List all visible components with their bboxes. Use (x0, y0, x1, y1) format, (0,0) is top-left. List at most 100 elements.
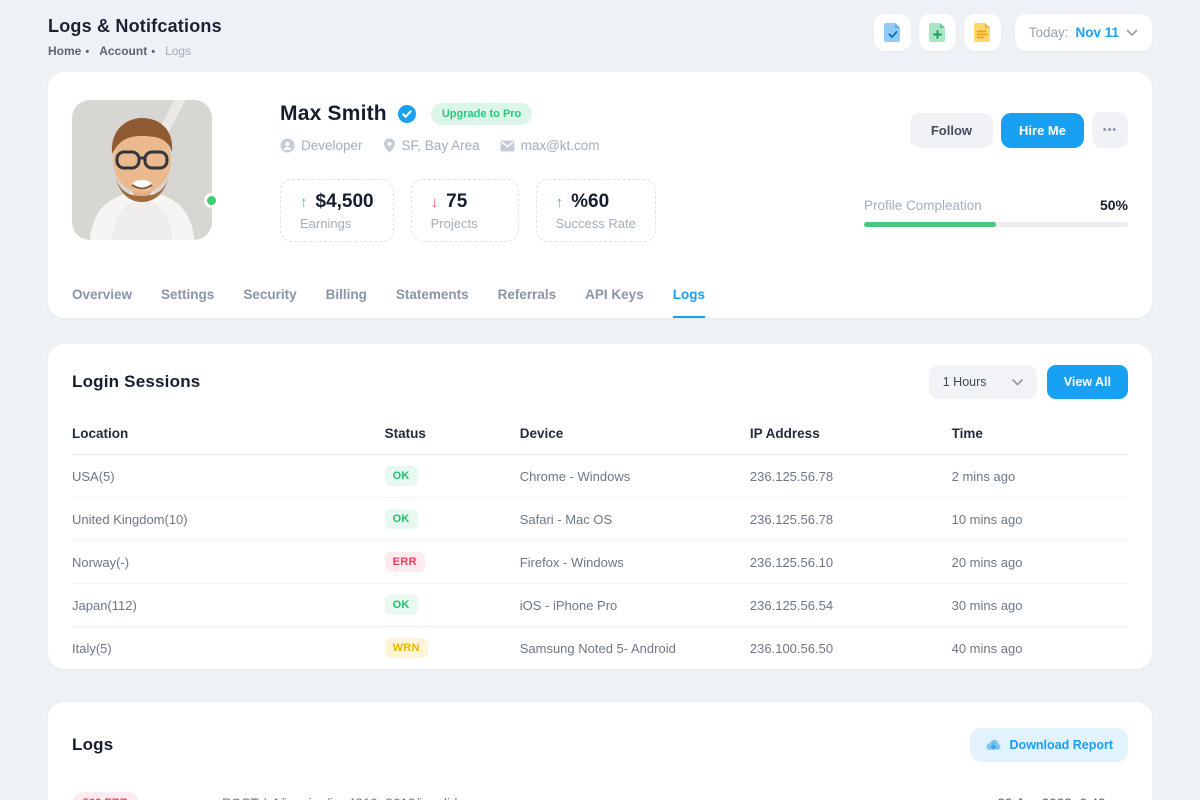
cell-time: 2 mins ago (952, 469, 1128, 484)
cell-time: 10 mins ago (952, 512, 1128, 527)
col-location: Location (72, 426, 385, 441)
cell-device: iOS - iPhone Pro (520, 598, 750, 613)
table-row[interactable]: Japan(112) OK iOS - iPhone Pro 236.125.5… (72, 584, 1128, 627)
cell-device: Chrome - Windows (520, 469, 750, 484)
breadcrumb-home[interactable]: Home (48, 44, 89, 58)
status-badge: OK (385, 509, 418, 529)
completion-percent: 50% (1100, 197, 1128, 213)
avatar (72, 100, 212, 240)
col-ip: IP Address (750, 426, 952, 441)
cell-ip: 236.125.56.10 (750, 555, 952, 570)
envelope-icon (500, 140, 515, 152)
col-device: Device (520, 426, 750, 441)
progress-bar (864, 222, 1128, 227)
file-report-button[interactable] (964, 14, 1001, 51)
date-label: Today: (1029, 25, 1069, 40)
cell-location: Norway(-) (72, 555, 385, 570)
date-value: Nov 11 (1075, 25, 1119, 40)
profile-main: Max Smith Upgrade to Pro Developer SF, B… (280, 102, 656, 242)
profile-stats: ↑ $4,500 Earnings ↓ 75 Projects ↑ %60 Su… (280, 179, 656, 242)
cell-location: United Kingdom(10) (72, 512, 385, 527)
status-badge: OK (385, 466, 418, 486)
tab-referrals[interactable]: Referrals (498, 287, 557, 318)
status-badge: ERR (385, 552, 425, 572)
tab-billing[interactable]: Billing (326, 287, 367, 318)
cloud-download-icon (985, 739, 1002, 752)
table-row[interactable]: United Kingdom(10) OK Safari - Mac OS 23… (72, 498, 1128, 541)
sessions-table-header: Location Status Device IP Address Time (72, 414, 1128, 455)
cell-ip: 236.125.56.78 (750, 512, 952, 527)
tab-api-keys[interactable]: API Keys (585, 287, 644, 318)
profile-location: SF, Bay Area (383, 138, 480, 153)
profile-role: Developer (280, 138, 363, 153)
hours-filter-select[interactable]: 1 Hours (929, 365, 1037, 399)
login-sessions-title: Login Sessions (72, 372, 200, 392)
file-check-icon (883, 22, 902, 43)
cell-location: Italy(5) (72, 641, 385, 656)
breadcrumb-account[interactable]: Account (99, 44, 155, 58)
log-request: POST /v1/invoice/in_4819_8610/invalid (222, 796, 997, 800)
status-badge: WRN (385, 638, 428, 658)
log-timestamp: 20 Jun 2022, 6:43 am (997, 796, 1128, 800)
col-status: Status (385, 426, 520, 441)
cell-time: 20 mins ago (952, 555, 1128, 570)
trend-up-icon: ↑ (300, 194, 308, 211)
completion-label: Profile Compleation (864, 198, 982, 213)
chevron-down-icon (1012, 379, 1023, 386)
chevron-down-icon (1126, 29, 1138, 37)
verified-badge-icon (397, 104, 417, 124)
stat-value: %60 (571, 191, 609, 213)
stat-value: 75 (446, 191, 467, 213)
more-options-button[interactable]: ••• (1092, 112, 1128, 148)
file-add-icon (928, 22, 947, 43)
cell-device: Safari - Mac OS (520, 512, 750, 527)
hire-me-button[interactable]: Hire Me (1001, 113, 1084, 148)
profile-card: Max Smith Upgrade to Pro Developer SF, B… (48, 72, 1152, 318)
cell-ip: 236.125.56.54 (750, 598, 952, 613)
stat-label: Earnings (300, 216, 374, 231)
profile-completion: Profile Compleation 50% (864, 197, 1128, 227)
cell-time: 40 mins ago (952, 641, 1128, 656)
log-entry[interactable]: 500 ERR POST /v1/invoice/in_4819_8610/in… (72, 782, 1128, 800)
person-icon (280, 138, 295, 153)
stat-success-rate: ↑ %60 Success Rate (536, 179, 656, 242)
cell-ip: 236.100.56.50 (750, 641, 952, 656)
profile-actions: Follow Hire Me ••• (910, 112, 1128, 148)
file-add-button[interactable] (919, 14, 956, 51)
stat-label: Success Rate (556, 216, 636, 231)
table-row[interactable]: USA(5) OK Chrome - Windows 236.125.56.78… (72, 455, 1128, 498)
stat-value: $4,500 (316, 191, 374, 213)
breadcrumb-logs: Logs (165, 44, 191, 58)
cell-location: USA(5) (72, 469, 385, 484)
tab-overview[interactable]: Overview (72, 287, 132, 318)
file-check-button[interactable] (874, 14, 911, 51)
cell-ip: 236.125.56.78 (750, 469, 952, 484)
status-badge: OK (385, 595, 418, 615)
date-selector[interactable]: Today: Nov 11 (1015, 14, 1152, 51)
tab-statements[interactable]: Statements (396, 287, 469, 318)
avatar-photo (72, 100, 212, 240)
table-row[interactable]: Norway(-) ERR Firefox - Windows 236.125.… (72, 541, 1128, 584)
download-report-label: Download Report (1010, 738, 1113, 752)
tab-logs[interactable]: Logs (673, 287, 705, 318)
header-actions: Today: Nov 11 (874, 14, 1152, 51)
file-report-icon (973, 22, 992, 43)
download-report-button[interactable]: Download Report (970, 728, 1128, 762)
profile-email: max@kt.com (500, 138, 600, 153)
stat-label: Projects (431, 216, 499, 231)
view-all-button[interactable]: View All (1047, 365, 1128, 399)
follow-button[interactable]: Follow (910, 113, 993, 148)
upgrade-to-pro-badge[interactable]: Upgrade to Pro (431, 103, 532, 125)
logs-card: Logs Download Report 500 ERR POST /v1/in… (48, 702, 1152, 800)
cell-device: Firefox - Windows (520, 555, 750, 570)
col-time: Time (952, 426, 1128, 441)
logs-title: Logs (72, 735, 113, 755)
table-row[interactable]: Italy(5) WRN Samsung Noted 5- Android 23… (72, 627, 1128, 669)
tab-settings[interactable]: Settings (161, 287, 214, 318)
tab-security[interactable]: Security (243, 287, 296, 318)
trend-up-icon: ↑ (556, 194, 564, 211)
stat-earnings: ↑ $4,500 Earnings (280, 179, 394, 242)
cell-location: Japan(112) (72, 598, 385, 613)
hours-filter-value: 1 Hours (943, 375, 987, 389)
location-pin-icon (383, 138, 396, 153)
